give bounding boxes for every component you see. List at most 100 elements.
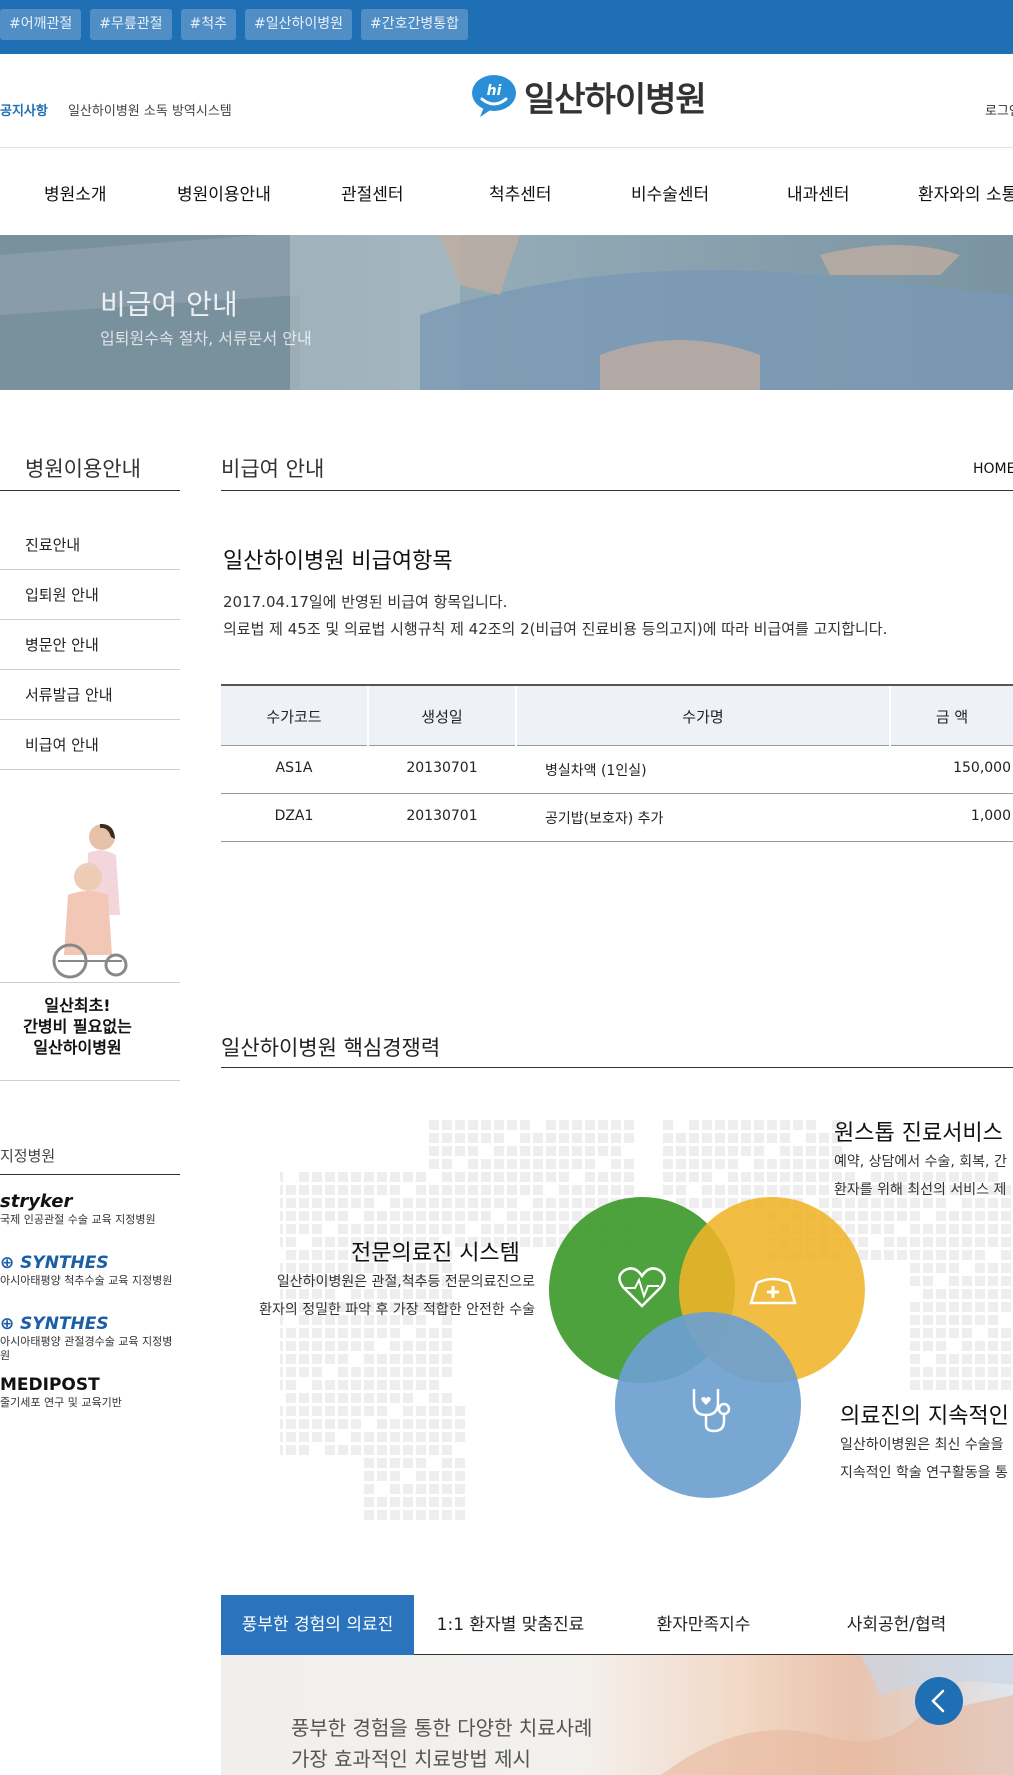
- venn-right-top-desc: 예약, 상담에서 수술, 회복, 간 환자를 위해 최선의 서비스 제: [834, 1148, 1007, 1204]
- competency-title: 일산하이병원 핵심경쟁력: [221, 1036, 441, 1060]
- page-title-divider: [221, 490, 1013, 491]
- logo-text: 일산하이병원: [524, 80, 707, 120]
- site-header: 공지사항 일산하이병원 소독 방역시스템 hi 일산하이병원 로그인: [0, 54, 1013, 148]
- panel-line-1: 풍부한 경험을 통한 다양한 치료사례: [291, 1716, 593, 1740]
- site-logo[interactable]: hi 일산하이병원: [470, 72, 707, 121]
- hashtag-bar: #어깨관절 #무릎관절 #척추 #일산하이병원 #간호간병통합: [0, 0, 1013, 54]
- hashtag-list: #어깨관절 #무릎관절 #척추 #일산하이병원 #간호간병통합: [0, 9, 469, 40]
- nav-hospital-guide[interactable]: 병원이용안내: [177, 180, 271, 205]
- heart-pulse-icon: [617, 1266, 667, 1310]
- panel-line-2: 가장 효과적인 치료방법 제시: [291, 1747, 531, 1771]
- partner-desc: 아시아태평양 관절경수술 교육 지정병원: [0, 1335, 173, 1362]
- hashtag-spine[interactable]: #척추: [180, 9, 237, 40]
- section-date-text: 2017.04.17일에 반영된 비급여 항목입니다.: [223, 593, 508, 611]
- venn-right-top-desc-line1: 예약, 상담에서 수술, 회복, 간: [834, 1154, 1007, 1170]
- partner-desc: 국제 인공관절 수술 교육 지정병원: [0, 1213, 156, 1226]
- venn-left-desc-line2: 환자의 정밀한 파악 후 가장 적합한 안전한 수술: [259, 1302, 535, 1318]
- breadcrumb-home[interactable]: HOME: [973, 461, 1013, 477]
- noncovered-fee-table: 수가코드 생성일 수가명 금 액 AS1A 20130701 병실차액 (1인실…: [221, 684, 1013, 842]
- synthes-emblem-icon: ⊕: [0, 1314, 21, 1334]
- nav-patient-communication[interactable]: 환자와의 소통: [918, 180, 1013, 205]
- svg-text:hi: hi: [487, 83, 502, 99]
- promo-line-3: 일산하이병원: [33, 1038, 122, 1057]
- cell-amount: 1,000: [970, 808, 1011, 824]
- notice-label[interactable]: 공지사항: [0, 100, 48, 119]
- cell-code: DZA1: [274, 808, 314, 824]
- section-law-text: 의료법 제 45조 및 의료법 시행규칙 제 42조의 2(비급여 진료비용 등…: [223, 620, 888, 638]
- column-header-amount: 금 액: [935, 708, 969, 726]
- nav-internal-medicine[interactable]: 내과센터: [787, 180, 850, 205]
- cell-amount: 150,000: [953, 760, 1011, 776]
- synthes-emblem-icon: ⊕: [0, 1253, 21, 1273]
- nav-hospital-intro[interactable]: 병원소개: [44, 180, 107, 205]
- tab-social-contribution[interactable]: 사회공헌/협력: [800, 1595, 993, 1655]
- promo-photo: [40, 815, 140, 980]
- sidebar-item-admission[interactable]: 입퇴원 안내: [0, 570, 180, 620]
- cell-date: 20130701: [406, 760, 478, 776]
- sidebar-item-treatment[interactable]: 진료안내: [0, 520, 180, 570]
- hi-bubble-icon: hi: [470, 73, 518, 121]
- page-title: 비급여 안내: [221, 457, 325, 481]
- venn-right-bottom-desc-line2: 지속적인 학술 연구활동을 통: [840, 1465, 1008, 1481]
- venn-right-bottom-title: 의료진의 지속적인: [840, 1404, 1009, 1429]
- venn-right-top-title: 원스톱 진료서비스: [834, 1121, 1003, 1146]
- hero-subtitle: 입퇴원수속 절차, 서류문서 안내: [100, 329, 312, 348]
- venn-right-bottom-desc: 일산하이병원은 최신 수술을 지속적인 학술 연구활동을 통: [840, 1431, 1008, 1487]
- cell-name: 병실차액 (1인실): [545, 763, 647, 779]
- hero-title: 비급여 안내: [100, 288, 238, 321]
- table-row: AS1A 20130701 병실차액 (1인실) 150,000: [221, 746, 1013, 794]
- venn-left-desc: 일산하이병원은 관절,척추등 전문의료진으로 환자의 정밀한 파악 후 가장 적…: [235, 1268, 535, 1324]
- sidebar-menu: 진료안내 입퇴원 안내 병문안 안내 서류발급 안내 비급여 안내: [0, 520, 180, 770]
- promo-line-1: 일산최초!: [44, 996, 111, 1015]
- cell-name: 공기밥(보호자) 추가: [545, 811, 664, 827]
- cell-code: AS1A: [275, 760, 313, 776]
- tab-satisfaction[interactable]: 환자만족지수: [607, 1595, 800, 1655]
- partner-medipost[interactable]: MEDIPOST 줄기세포 연구 및 교육기반: [0, 1374, 180, 1410]
- caregiver-promo[interactable]: 일산최초! 간병비 필요없는 일산하이병원: [0, 815, 180, 1081]
- hashtag-knee[interactable]: #무릎관절: [90, 9, 172, 40]
- column-header-code: 수가코드: [266, 708, 322, 726]
- nav-spine-center[interactable]: 척추센터: [489, 180, 552, 205]
- column-header-name: 수가명: [682, 708, 724, 726]
- designated-title: 지정병원: [0, 1147, 56, 1165]
- partner-synthes-spine[interactable]: ⊕ SYNTHES 아시아태평양 척추수술 교육 지정병원: [0, 1252, 180, 1288]
- venn-right-top-desc-line2: 환자를 위해 최선의 서비스 제: [834, 1182, 1007, 1198]
- venn-left-desc-line1: 일산하이병원은 관절,척추등 전문의료진으로: [276, 1274, 535, 1290]
- partner-stryker[interactable]: stryker 국제 인공관절 수술 교육 지정병원: [0, 1191, 180, 1227]
- sidebar-item-noncovered[interactable]: 비급여 안내: [0, 720, 180, 770]
- synthes-logo: ⊕ SYNTHES: [0, 1314, 109, 1334]
- competency-divider: [221, 1067, 1013, 1068]
- main-navigation: 병원소개 병원이용안내 관절센터 척추센터 비수술센터 내과센터 환자와의 소통: [0, 148, 1013, 235]
- medipost-logo: MEDIPOST: [0, 1375, 100, 1395]
- competency-venn: 전문의료진 시스템 일산하이병원은 관절,척추등 전문의료진으로 환자의 정밀한…: [259, 1120, 1013, 1520]
- feature-tabs: 풍부한 경험의 의료진 1:1 환자별 맞춤진료 환자만족지수 사회공헌/협력: [221, 1595, 1013, 1655]
- scroll-prev-button[interactable]: [915, 1677, 963, 1725]
- hero-banner: 비급여 안내 입퇴원수속 절차, 서류문서 안내: [0, 235, 1013, 390]
- designated-divider: [0, 1174, 180, 1175]
- nurse-cap-icon: [747, 1277, 799, 1307]
- panel-text: 풍부한 경험을 통한 다양한 치료사례 가장 효과적인 치료방법 제시: [291, 1713, 592, 1775]
- table-header: 수가코드 생성일 수가명 금 액: [221, 684, 1013, 746]
- login-link[interactable]: 로그인: [985, 100, 1013, 119]
- notice-text[interactable]: 일산하이병원 소독 방역시스템: [68, 100, 232, 119]
- nav-joint-center[interactable]: 관절센터: [341, 180, 404, 205]
- partner-desc: 아시아태평양 척추수술 교육 지정병원: [0, 1274, 173, 1287]
- tab-custom-care[interactable]: 1:1 환자별 맞춤진료: [414, 1595, 607, 1655]
- sidebar-item-documents[interactable]: 서류발급 안내: [0, 670, 180, 720]
- section-title: 일산하이병원 비급여항목: [223, 549, 453, 574]
- venn-left-title: 전문의료진 시스템: [351, 1241, 520, 1266]
- sidebar-divider: [0, 490, 180, 491]
- hashtag-integrated-care[interactable]: #간호간병통합: [361, 9, 469, 40]
- tab-panel: 풍부한 경험을 통한 다양한 치료사례 가장 효과적인 치료방법 제시: [221, 1655, 1013, 1775]
- hashtag-shoulder[interactable]: #어깨관절: [0, 9, 82, 40]
- cell-date: 20130701: [406, 808, 478, 824]
- chevron-left-icon: [931, 1689, 945, 1713]
- sidebar-item-visit[interactable]: 병문안 안내: [0, 620, 180, 670]
- hashtag-hospital[interactable]: #일산하이병원: [245, 9, 353, 40]
- tab-experienced-doctors[interactable]: 풍부한 경험의 의료진: [221, 1595, 414, 1655]
- venn-right-bottom-desc-line1: 일산하이병원은 최신 수술을: [840, 1437, 1004, 1453]
- table-row: DZA1 20130701 공기밥(보호자) 추가 1,000: [221, 794, 1013, 842]
- promo-text: 일산최초! 간병비 필요없는 일산하이병원: [0, 995, 155, 1058]
- nav-nonsurgical-center[interactable]: 비수술센터: [631, 180, 709, 205]
- partner-synthes-arthroscopy[interactable]: ⊕ SYNTHES 아시아태평양 관절경수술 교육 지정병원: [0, 1313, 180, 1363]
